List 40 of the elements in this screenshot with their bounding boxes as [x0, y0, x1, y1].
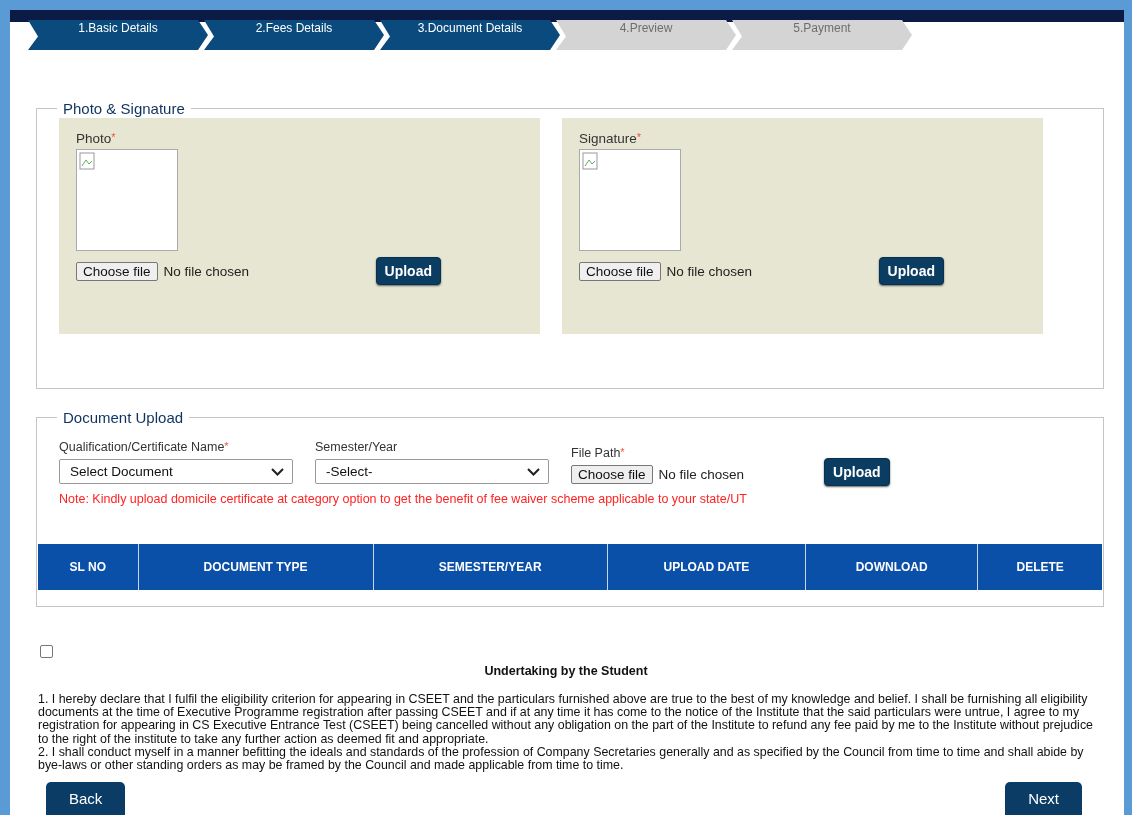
- chevron-down-icon: [527, 467, 540, 476]
- upload-button[interactable]: Upload: [375, 257, 441, 285]
- step-tab[interactable]: 2.Fees Details: [204, 20, 384, 50]
- field-label: Qualification/Certificate Name*: [59, 440, 230, 454]
- next-button[interactable]: Next: [1005, 782, 1082, 815]
- section-legend: Document Upload: [57, 409, 190, 426]
- dropdown-field[interactable]: Select Document: [59, 459, 293, 484]
- column-header: DOCUMENT TYPE: [138, 544, 374, 590]
- file-status-text: No file chosen: [658, 467, 745, 482]
- field-label: Semester/Year: [315, 440, 399, 454]
- broken-image-icon: [76, 149, 178, 251]
- step-tab[interactable]: 3.Document Details: [380, 20, 560, 50]
- chevron-down-icon: [271, 467, 284, 476]
- column-header: DOWNLOAD: [805, 544, 978, 590]
- agree-checkbox[interactable]: [40, 645, 53, 658]
- choose-file-button[interactable]: Choose file: [76, 261, 158, 281]
- column-header: SL NO: [38, 544, 139, 590]
- back-button[interactable]: Back: [46, 782, 126, 815]
- undertaking-title: Undertaking by the Student: [483, 664, 649, 678]
- choose-file-button[interactable]: Choose file: [579, 261, 661, 281]
- step-tab[interactable]: 4.Preview: [556, 20, 736, 50]
- choose-file-button[interactable]: Choose file: [571, 465, 653, 484]
- upload-button[interactable]: Upload: [878, 257, 944, 285]
- step-tab[interactable]: 5.Payment: [732, 20, 912, 50]
- undertaking-paragraph: 2. I shall conduct myself in a manner befitting the ideals and standards of the profession of Company Secretaries generally and as specified by the Council from time to time and shall abide by bye-laws or other standing orders as may be framed by the Council and made applicable from time to time.: [38, 745, 1085, 773]
- field-label: Signature*: [579, 131, 643, 146]
- step-tab[interactable]: 1.Basic Details: [28, 20, 208, 50]
- file-status-text: No file chosen: [666, 263, 753, 279]
- file-status-text: No file chosen: [163, 263, 250, 279]
- section-legend: Photo & Signature: [57, 100, 191, 117]
- column-header: UPLOAD DATE: [607, 544, 806, 590]
- upload-button[interactable]: Upload: [824, 458, 890, 486]
- column-header: SEMESTER/YEAR: [373, 544, 608, 590]
- dropdown-field[interactable]: -Select-: [315, 459, 549, 484]
- field-label: Photo*: [76, 131, 117, 146]
- field-label: File Path*: [571, 446, 626, 460]
- broken-image-icon: [579, 149, 681, 251]
- undertaking-paragraph: 1. I hereby declare that I fulfil the eligibility criterion for appearing in CSEET and the particulars furnished above are true to the best of my knowledge and belief. I shall be furnishing all eligibility documents at the time of Executive Programme registration after passing CSEET and if at any time it has come to the notice of the Institute that the said particulars were untrue, I agree to my registration for appearing in CS Executive Entrance Test (CSEET) being cancelled without any obligation on the part of the Institute to refund any fee paid by me to the Institute without prejudice to the right of the institute to take any further action as deemed fit and appropriate.: [38, 693, 1094, 746]
- column-header: DELETE: [977, 544, 1102, 590]
- note-text: Note: Kindly upload domicile certificate at category option to get the benefit of fee waiver scheme applicable to your state/UT: [58, 491, 748, 506]
